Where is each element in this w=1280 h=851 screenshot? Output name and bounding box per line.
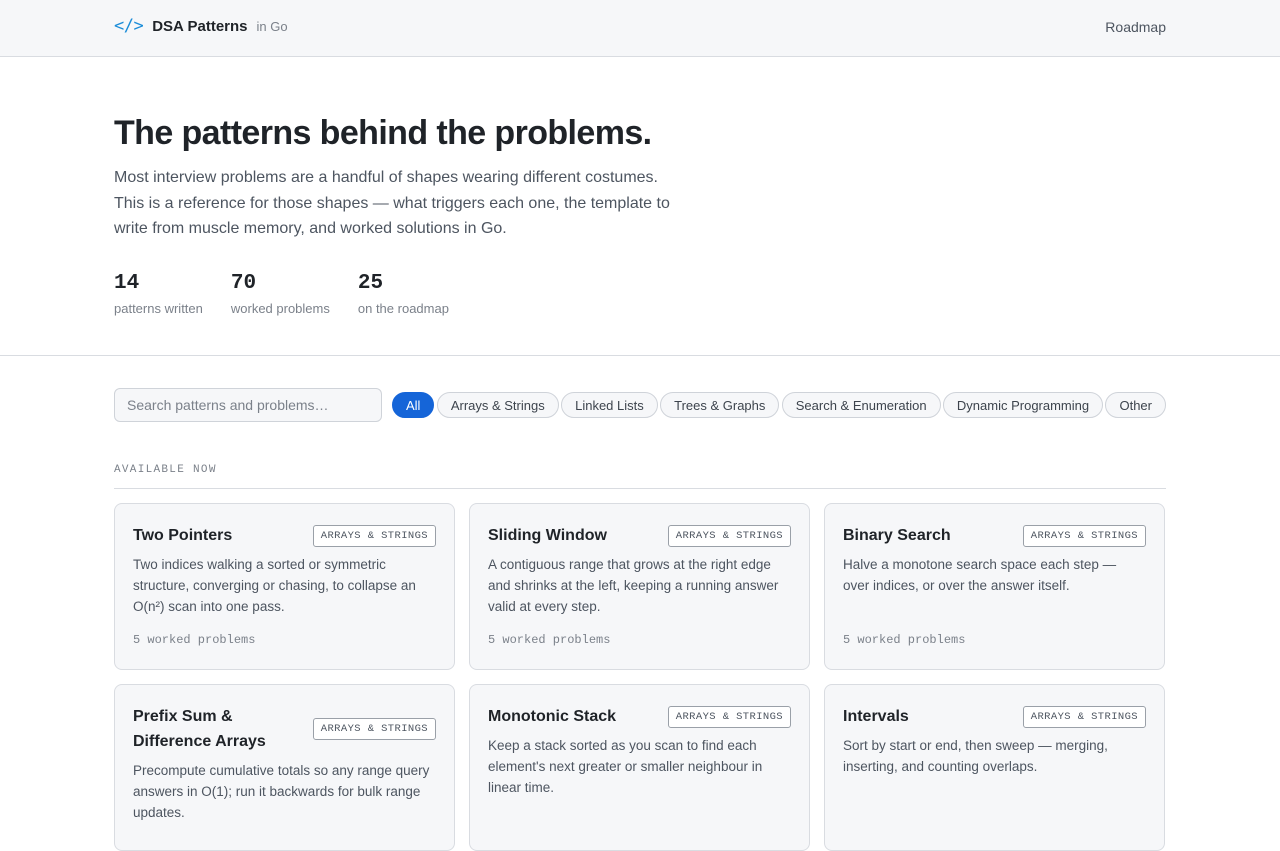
- card-title: Intervals: [843, 708, 909, 725]
- nav-roadmap-link[interactable]: Roadmap: [1105, 19, 1166, 35]
- pattern-card-prefix-sum[interactable]: Prefix Sum & Difference Arrays ARRAYS & …: [114, 684, 455, 851]
- stat-roadmap: 25 on the roadmap: [358, 271, 449, 316]
- card-description: A contiguous range that grows at the rig…: [488, 557, 779, 614]
- category-tag: ARRAYS & STRINGS: [1022, 524, 1146, 547]
- page-title: The patterns behind the problems.: [114, 114, 652, 152]
- filter-arrays-strings[interactable]: Arrays & Strings: [436, 392, 559, 418]
- stat-label: worked problems: [230, 301, 330, 316]
- filter-other[interactable]: Other: [1105, 392, 1166, 418]
- brand[interactable]: </> DSA Patterns in Go: [114, 16, 288, 36]
- card-description: Halve a monotone search space each step …: [843, 557, 1117, 593]
- card-title: Monotonic Stack: [488, 708, 617, 725]
- filter-bar: All Arrays & Strings Linked Lists Trees …: [114, 388, 1166, 422]
- stats-row: 14 patterns written 70 worked problems 2…: [114, 271, 477, 316]
- category-filters: All Arrays & Strings Linked Lists Trees …: [392, 392, 1166, 418]
- card-description: Precompute cumulative totals so any rang…: [133, 763, 430, 820]
- stat-label: on the roadmap: [357, 301, 449, 316]
- filter-search-enumeration[interactable]: Search & Enumeration: [781, 392, 941, 418]
- category-tag: ARRAYS & STRINGS: [667, 524, 791, 547]
- brand-name: DSA Patterns: [152, 18, 248, 35]
- top-bar: </> DSA Patterns in Go Roadmap: [0, 0, 1280, 57]
- filter-linked-lists[interactable]: Linked Lists: [561, 392, 658, 418]
- card-description: Sort by start or end, then sweep — mergi…: [843, 738, 1108, 774]
- pattern-card-two-pointers[interactable]: Two Pointers ARRAYS & STRINGS Two indice…: [114, 503, 455, 670]
- filter-trees-graphs[interactable]: Trees & Graphs: [660, 392, 780, 418]
- pattern-card-binary-search[interactable]: Binary Search ARRAYS & STRINGS Halve a m…: [824, 503, 1165, 670]
- filter-dynamic-programming[interactable]: Dynamic Programming: [942, 392, 1104, 418]
- card-title: Sliding Window: [488, 527, 607, 544]
- hero-description: Most interview problems are a handful of…: [114, 169, 670, 237]
- stat-patterns: 14 patterns written: [114, 271, 203, 316]
- card-description: Keep a stack sorted as you scan to find …: [488, 738, 763, 795]
- category-tag: ARRAYS & STRINGS: [667, 705, 791, 728]
- category-tag: ARRAYS & STRINGS: [1022, 705, 1146, 728]
- card-title: Binary Search: [843, 527, 951, 544]
- brand-subtitle: in Go: [256, 19, 288, 34]
- card-problem-count: 5 worked problems: [843, 633, 966, 647]
- code-brackets-icon: </>: [114, 16, 144, 36]
- pattern-card-sliding-window[interactable]: Sliding Window ARRAYS & STRINGS A contig…: [469, 503, 810, 670]
- category-tag: ARRAYS & STRINGS: [312, 718, 436, 740]
- section-divider: [114, 488, 1166, 489]
- hero-section: The patterns behind the problems. Most i…: [0, 57, 1280, 356]
- card-problem-count: 5 worked problems: [488, 633, 611, 647]
- stat-value: 70: [230, 272, 257, 295]
- card-description: Two indices walking a sorted or symmetri…: [133, 557, 416, 614]
- stat-problems: 70 worked problems: [231, 271, 330, 316]
- pattern-card-monotonic-stack[interactable]: Monotonic Stack ARRAYS & STRINGS Keep a …: [469, 684, 810, 851]
- card-title: Two Pointers: [133, 527, 233, 544]
- stat-value: 25: [357, 272, 384, 295]
- section-heading: AVAILABLE NOW: [114, 464, 217, 476]
- pattern-grid: Two Pointers ARRAYS & STRINGS Two indice…: [114, 503, 1166, 851]
- pattern-card-intervals[interactable]: Intervals ARRAYS & STRINGS Sort by start…: [824, 684, 1165, 851]
- search-input[interactable]: [114, 388, 382, 422]
- card-title: Prefix Sum & Difference Arrays: [133, 708, 266, 750]
- stat-value: 14: [114, 272, 140, 295]
- card-problem-count: 5 worked problems: [133, 633, 256, 647]
- category-tag: ARRAYS & STRINGS: [312, 524, 436, 547]
- filter-all[interactable]: All: [392, 392, 435, 418]
- stat-label: patterns written: [114, 301, 203, 316]
